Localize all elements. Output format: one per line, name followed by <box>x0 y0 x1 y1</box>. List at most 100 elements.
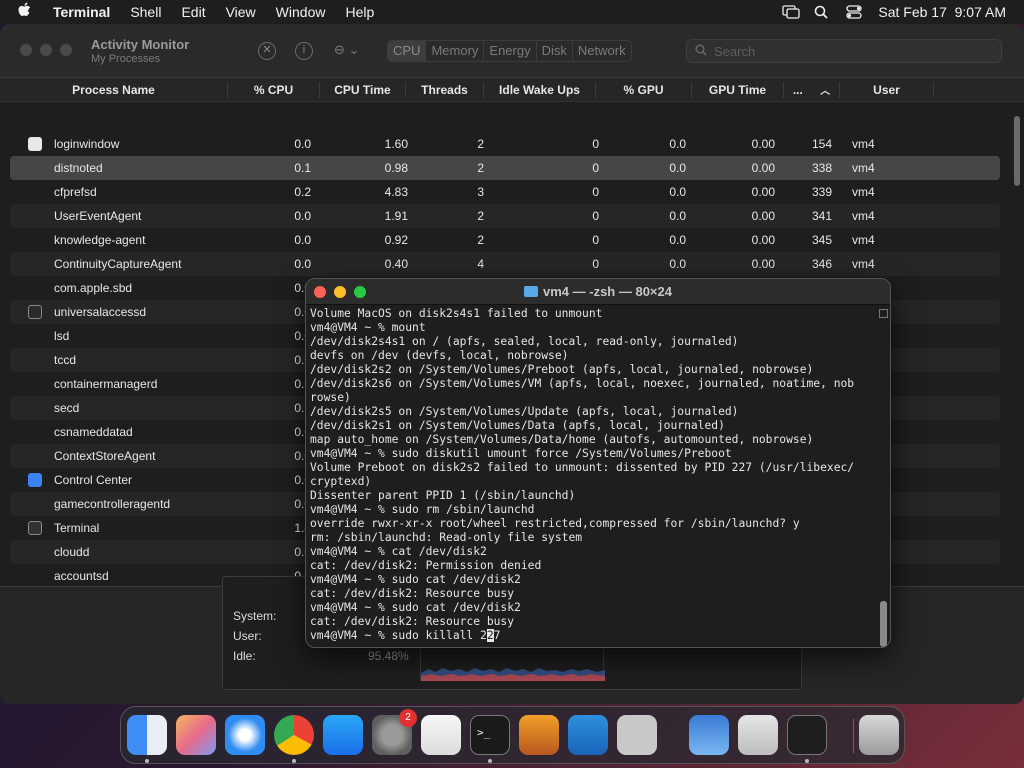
search-input[interactable] <box>714 43 964 59</box>
table-row[interactable]: UserEventAgent 0.0 1.91 2 0 0.0 0.00 341 vm4 <box>10 204 1000 228</box>
cpu-value: 0.0 <box>294 305 311 319</box>
vscode-icon[interactable] <box>568 715 608 755</box>
terminal-line: rowse) <box>310 391 351 404</box>
pid-value: 345 <box>811 233 832 247</box>
search-field[interactable] <box>686 39 1002 63</box>
gpu-value: 0.0 <box>669 161 686 175</box>
menu-shell[interactable]: Shell <box>130 4 161 20</box>
terminal-output[interactable]: Volume MacOS on disk2s4s1 failed to unmo… <box>306 305 890 645</box>
terminal-prompt-line[interactable]: vm4@VM4 ~ % sudo killall 227 <box>310 629 886 643</box>
user-value: vm4 <box>852 233 875 247</box>
control-center-icon[interactable] <box>846 5 863 19</box>
idle-label: Idle: <box>233 649 256 663</box>
cpu-value: 0.1 <box>294 161 311 175</box>
close-button[interactable] <box>20 44 32 56</box>
cpu-time-value: 0.98 <box>384 161 408 175</box>
terminal-close-button[interactable] <box>314 286 326 298</box>
safari-icon[interactable] <box>225 715 265 755</box>
garageband-icon[interactable] <box>519 715 559 755</box>
terminal-icon[interactable]: >_ <box>470 715 510 755</box>
dock-separator <box>853 719 854 753</box>
user-value: vm4 <box>852 137 875 151</box>
archive-utility-icon[interactable] <box>738 715 778 755</box>
terminal-line: vm4@VM4 ~ % cat /dev/disk2 <box>310 545 487 558</box>
app-subtitle: My Processes <box>91 53 161 65</box>
weather-icon[interactable] <box>689 715 729 755</box>
finder-icon[interactable] <box>127 715 167 755</box>
pid-value: 339 <box>811 185 832 199</box>
tab-memory[interactable]: Memory <box>426 41 485 61</box>
tab-network[interactable]: Network <box>573 41 631 61</box>
col-cpu[interactable]: % CPU <box>228 81 320 98</box>
launchpad-icon[interactable] <box>176 715 216 755</box>
threads-value: 2 <box>477 137 484 151</box>
process-icon <box>28 257 42 271</box>
terminal-minimize-button[interactable] <box>334 286 346 298</box>
terminal-line: vm4@VM4 ~ % sudo cat /dev/disk2 <box>310 573 521 586</box>
process-icon <box>28 161 42 175</box>
col-idle-wake-ups[interactable]: Idle Wake Ups <box>484 81 596 98</box>
minimize-button[interactable] <box>40 44 52 56</box>
terminal-zoom-button[interactable] <box>354 286 366 298</box>
table-row[interactable]: knowledge-agent 0.0 0.92 2 0 0.0 0.00 345 vm4 <box>10 228 1000 252</box>
table-row[interactable]: distnoted 0.1 0.98 2 0 0.0 0.00 338 vm4 <box>10 156 1000 180</box>
cpu-value: 0.0 <box>294 425 311 439</box>
menu-view[interactable]: View <box>226 4 256 20</box>
idle-wake-ups-value: 0 <box>592 137 599 151</box>
zoom-button[interactable] <box>60 44 72 56</box>
tab-energy[interactable]: Energy <box>484 41 537 61</box>
terminal-scroll-thumb[interactable] <box>880 601 887 647</box>
gpu-time-value: 0.00 <box>751 257 775 271</box>
process-name: csnameddatad <box>54 425 133 439</box>
col-cpu-time[interactable]: CPU Time <box>320 81 406 98</box>
menu-edit[interactable]: Edit <box>181 4 205 20</box>
user-value: vm4 <box>852 161 875 175</box>
menu-clock[interactable]: Sat Feb 17 9:07 AM <box>878 4 1006 20</box>
table-row[interactable]: ContinuityCaptureAgent 0.0 0.40 4 0 0.0 0.00 34… <box>10 252 1000 276</box>
screen-mirroring-icon[interactable] <box>782 5 801 19</box>
more-actions-icon[interactable]: ⊖ ⌄ <box>334 42 359 58</box>
tab-cpu[interactable]: CPU <box>388 41 427 61</box>
menu-window[interactable]: Window <box>276 4 326 20</box>
process-icon <box>28 329 42 343</box>
col-user[interactable]: User <box>840 81 934 98</box>
col-threads[interactable]: Threads <box>406 81 484 98</box>
cpu-value: 0.0 <box>294 329 311 343</box>
tab-disk[interactable]: Disk <box>537 41 573 61</box>
col-process-name[interactable]: Process Name <box>0 81 228 98</box>
roblox-icon[interactable] <box>617 715 657 755</box>
menu-help[interactable]: Help <box>345 4 374 20</box>
info-icon[interactable]: i <box>295 42 313 60</box>
activity-monitor-icon[interactable] <box>787 715 827 755</box>
table-row[interactable]: loginwindow 0.0 1.60 2 0 0.0 0.00 154 vm4 <box>10 132 1000 156</box>
terminal-window[interactable]: vm4 — -zsh — 80×24 Volume MacOS on disk2… <box>305 278 891 648</box>
textedit-icon[interactable] <box>421 715 461 755</box>
app-store-icon[interactable] <box>323 715 363 755</box>
spotlight-search-icon[interactable] <box>814 5 830 19</box>
running-indicator <box>488 759 492 763</box>
gpu-value: 0.0 <box>669 233 686 247</box>
menu-app-name[interactable]: Terminal <box>53 4 110 20</box>
scrollbar-thumb[interactable] <box>1014 116 1020 186</box>
trash-icon[interactable] <box>859 715 899 755</box>
pid-value: 341 <box>811 209 832 223</box>
apple-menu-icon[interactable] <box>17 2 37 22</box>
terminal-scrollbar[interactable] <box>879 309 888 647</box>
column-headers: Process Name % CPU CPU Time Threads Idle… <box>0 78 1024 102</box>
user-label: User: <box>233 629 262 643</box>
process-name: ContinuityCaptureAgent <box>54 257 182 271</box>
terminal-title-bar[interactable]: vm4 — -zsh — 80×24 <box>306 279 890 305</box>
cpu-value: 0.0 <box>294 209 311 223</box>
stop-process-icon[interactable]: ✕ <box>258 42 276 60</box>
table-row[interactable]: cfprefsd 0.2 4.83 3 0 0.0 0.00 339 vm4 <box>10 180 1000 204</box>
chrome-icon[interactable] <box>274 715 314 755</box>
col-gpu[interactable]: % GPU <box>596 81 692 98</box>
col-pid[interactable]: ... ︿ <box>784 81 840 98</box>
user-value: vm4 <box>852 185 875 199</box>
cpu-time-value: 0.92 <box>384 233 408 247</box>
process-icon <box>28 497 42 511</box>
process-icon <box>28 209 42 223</box>
table-scrollbar[interactable] <box>1012 108 1022 588</box>
col-gpu-time[interactable]: GPU Time <box>692 81 784 98</box>
terminal-line: override rwxr-xr-x root/wheel restricted… <box>310 517 800 530</box>
